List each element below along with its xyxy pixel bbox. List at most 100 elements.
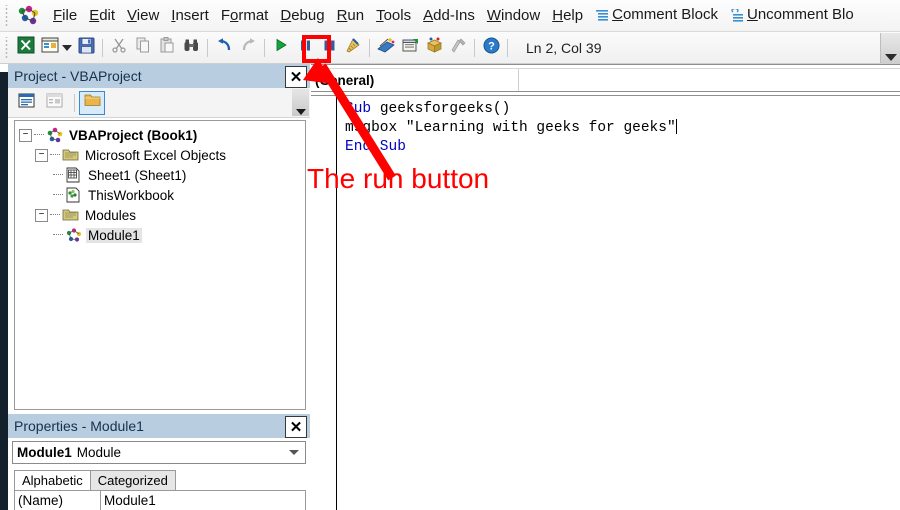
tree-label: Sheet1 (Sheet1) [88, 167, 187, 183]
view-object-icon [46, 93, 63, 113]
toolbar-overflow-button[interactable] [880, 32, 900, 63]
code-editor-area[interactable]: Sub geeksforgeeks() msgbox "Learning wit… [311, 95, 900, 510]
play-triangle-icon [274, 38, 288, 57]
object-browser-icon [426, 37, 443, 58]
scroll-down-icon [884, 53, 897, 61]
chevron-down-icon [289, 450, 299, 455]
properties-grid[interactable]: (Name) Module1 [14, 490, 306, 510]
object-selector[interactable]: (General) [311, 69, 519, 91]
workbook-icon [65, 187, 83, 203]
tree-item-sheet1[interactable]: Sheet1 (Sheet1) [53, 165, 305, 185]
toolbar-drag-handle[interactable] [3, 36, 12, 59]
tab-alphabetic[interactable]: Alphabetic [14, 470, 91, 490]
floppy-disk-icon [78, 37, 95, 59]
expander-excel-objects[interactable]: − [35, 148, 48, 162]
expander-vbaproject[interactable]: − [19, 128, 32, 142]
menu-item-edit[interactable]: Edit [83, 5, 121, 26]
property-value[interactable]: Module1 [101, 491, 305, 510]
vba-editor-window: File Edit View Insert Format Debug Run T… [0, 0, 900, 510]
properties-object-type: Module [76, 445, 122, 460]
cut-button[interactable] [108, 37, 130, 59]
object-browser-button[interactable] [423, 37, 445, 59]
properties-tabs: Alphabetic Categorized [14, 469, 310, 490]
undo-button[interactable] [213, 37, 235, 59]
menu-item-add-ins[interactable]: Add-Ins [417, 5, 481, 26]
comment-block-label: omment Block [622, 5, 718, 23]
toolbar-separator [207, 38, 208, 57]
menu-drag-handle[interactable] [3, 4, 12, 27]
menu-item-insert[interactable]: Insert [165, 5, 215, 26]
text-caret [675, 119, 677, 134]
ruler-pencil-icon [345, 37, 362, 58]
view-object-button[interactable] [42, 92, 66, 114]
project-explorer-button[interactable] [375, 37, 397, 59]
vba-project-icon [46, 127, 64, 143]
find-button[interactable] [180, 37, 202, 59]
paste-button[interactable] [156, 37, 178, 59]
tree-label: Modules [85, 207, 137, 223]
project-explorer-close-button[interactable]: ✕ [285, 66, 307, 88]
standard-toolbar: ? Ln 2, Col 39 [0, 32, 900, 64]
tree-item-module1[interactable]: Module1 [53, 225, 305, 245]
toggle-folders-button[interactable] [79, 90, 105, 115]
tab-categorized[interactable]: Categorized [89, 470, 176, 490]
tree-item-thisworkbook[interactable]: ThisWorkbook [53, 185, 305, 205]
code-window-selectors: (General) [311, 69, 900, 92]
code-keyword-sub: Sub [345, 101, 380, 117]
properties-window-button[interactable] [399, 37, 421, 59]
project-tree[interactable]: − VBAProject (Book1) − Microsoft Excel O… [14, 120, 306, 410]
code-window: (General) Sub geeksforgeeks() msgbox "Le… [311, 64, 900, 510]
project-explorer-panel: Project - VBAProject ✕ − VBAProject (Boo… [8, 64, 310, 414]
properties-close-button[interactable]: ✕ [285, 416, 307, 438]
menu-item-debug[interactable]: Debug [274, 5, 330, 26]
project-toolbar-overflow[interactable] [292, 89, 309, 116]
view-excel-button[interactable] [15, 36, 37, 59]
expander-modules[interactable]: − [35, 208, 48, 222]
toolbar-separator [102, 38, 103, 57]
menu-item-view[interactable]: View [121, 5, 165, 26]
project-explorer-toolbar [8, 88, 310, 118]
tree-connector [34, 134, 44, 136]
pause-button[interactable] [294, 37, 316, 59]
code-margin-indicator-bar[interactable] [311, 95, 337, 510]
tree-item-excel-objects[interactable]: − Microsoft Excel Objects [35, 145, 305, 165]
project-toolbar-separator [74, 93, 75, 112]
help-button[interactable]: ? [480, 37, 502, 59]
view-code-button[interactable] [14, 92, 38, 114]
properties-object-select[interactable]: Module1 Module [12, 441, 306, 464]
menu-item-format[interactable]: Format [215, 5, 275, 26]
toolbox-button[interactable] [447, 37, 469, 59]
menu-item-uncomment-block[interactable]: Uncomment Blo [724, 4, 860, 28]
redo-button[interactable] [237, 37, 259, 59]
property-name: (Name) [15, 491, 101, 510]
excel-icon [17, 36, 35, 59]
run-button[interactable] [270, 37, 292, 59]
menu-item-window[interactable]: Window [481, 5, 546, 26]
code-text[interactable]: Sub geeksforgeeks() msgbox "Learning wit… [337, 95, 900, 510]
scissors-icon [111, 37, 127, 58]
svg-text:?: ? [488, 40, 495, 52]
menu-item-run[interactable]: Run [331, 5, 371, 26]
design-mode-button[interactable] [342, 37, 364, 59]
menu-item-help[interactable]: Help [546, 5, 589, 26]
copy-button[interactable] [132, 37, 154, 59]
project-explorer-icon [377, 37, 395, 58]
annotation-label: The run button [307, 163, 490, 194]
save-button[interactable] [75, 37, 97, 59]
menu-item-file[interactable]: File [47, 5, 83, 26]
menu-bar: File Edit View Insert Format Debug Run T… [0, 0, 900, 32]
tree-item-modules[interactable]: − Modules [35, 205, 305, 225]
menu-label-file-rest: ile [62, 7, 78, 24]
procedure-selector[interactable] [519, 69, 900, 91]
redo-arrow-icon [240, 37, 257, 58]
code-line-msgbox: msgbox "Learning with geeks for geeks" [345, 120, 676, 136]
menu-item-comment-block[interactable]: Comment Block [589, 4, 724, 28]
menu-item-tools[interactable]: Tools [370, 5, 417, 26]
tree-label: Microsoft Excel Objects [85, 147, 227, 163]
tree-item-vbaproject[interactable]: − VBAProject (Book1) [19, 125, 305, 145]
reset-button[interactable] [318, 37, 340, 59]
chevron-down-icon[interactable] [62, 44, 72, 51]
code-procedure-name: geeksforgeeks() [379, 101, 511, 117]
userform-icon [41, 37, 59, 58]
view-object-button[interactable] [39, 37, 61, 59]
